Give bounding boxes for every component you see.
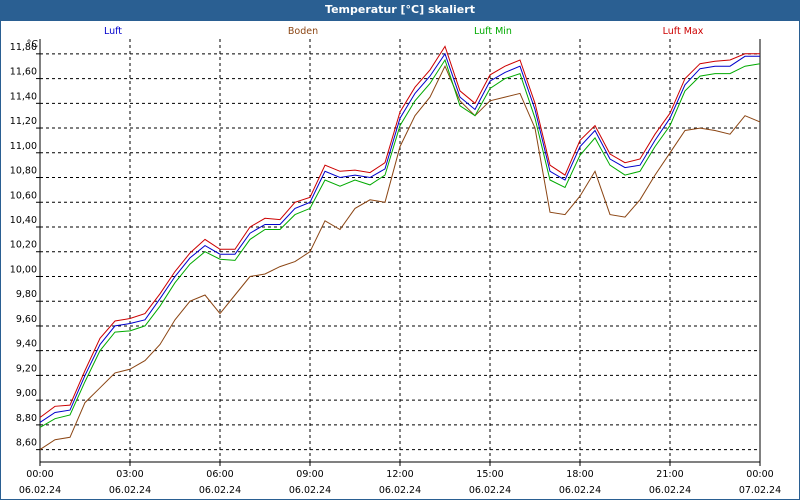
y-tick-label: 9,00 bbox=[16, 388, 37, 399]
y-tick-label: 8,80 bbox=[16, 413, 37, 424]
y-tick-label: 10,80 bbox=[10, 166, 37, 177]
y-tick-label: 9,60 bbox=[16, 314, 37, 325]
y-tick-label: 11,60 bbox=[10, 67, 37, 78]
x-tick-label-date: 06.02.24 bbox=[559, 485, 601, 496]
y-tick-label: 10,00 bbox=[10, 264, 37, 275]
y-tick-label: 8,60 bbox=[16, 438, 37, 449]
y-tick-label: 11,00 bbox=[10, 141, 37, 152]
legend-entry-luft: Luft bbox=[104, 26, 122, 37]
legend-entry-luft-max: Luft Max bbox=[663, 26, 704, 37]
y-tick-label: 10,40 bbox=[10, 215, 37, 226]
y-tick-label: 9,80 bbox=[16, 289, 37, 300]
x-tick-label-time: 09:00 bbox=[296, 469, 323, 480]
x-tick-label-date: 06.02.24 bbox=[649, 485, 691, 496]
y-tick-label: 9,40 bbox=[16, 339, 37, 350]
x-tick-label-date: 06.02.24 bbox=[379, 485, 421, 496]
x-tick-label-date: 06.02.24 bbox=[19, 485, 61, 496]
x-tick-label-time: 00:00 bbox=[746, 469, 773, 480]
y-tick-label: 10,60 bbox=[10, 190, 37, 201]
x-tick-label-time: 18:00 bbox=[566, 469, 593, 480]
y-axis-unit-label: °C bbox=[27, 39, 39, 50]
x-tick-label-time: 00:00 bbox=[26, 469, 53, 480]
x-tick-label-time: 15:00 bbox=[476, 469, 503, 480]
x-tick-label-time: 21:00 bbox=[656, 469, 683, 480]
x-tick-label-date: 06.02.24 bbox=[469, 485, 511, 496]
y-tick-label: 10,20 bbox=[10, 240, 37, 251]
x-tick-label-date: 06.02.24 bbox=[109, 485, 151, 496]
x-tick-label-time: 03:00 bbox=[116, 469, 143, 480]
temperature-line-chart: 8,60 8,80 9,00 9,20 9,40 9,60 9,80 10,00 10,20 10… bbox=[10, 26, 781, 496]
x-tick-label-date: 07.02.24 bbox=[739, 485, 781, 496]
y-tick-label: 9,20 bbox=[16, 363, 37, 374]
x-tick-label-time: 12:00 bbox=[386, 469, 413, 480]
y-tick-label: 11,40 bbox=[10, 91, 37, 102]
x-tick-label-date: 06.02.24 bbox=[289, 485, 331, 496]
x-tick-label-time: 06:00 bbox=[206, 469, 233, 480]
y-tick-label: 11,20 bbox=[10, 116, 37, 127]
legend-entry-luft-min: Luft Min bbox=[474, 26, 512, 37]
legend-entry-boden: Boden bbox=[288, 26, 318, 37]
x-tick-label-date: 06.02.24 bbox=[199, 485, 241, 496]
